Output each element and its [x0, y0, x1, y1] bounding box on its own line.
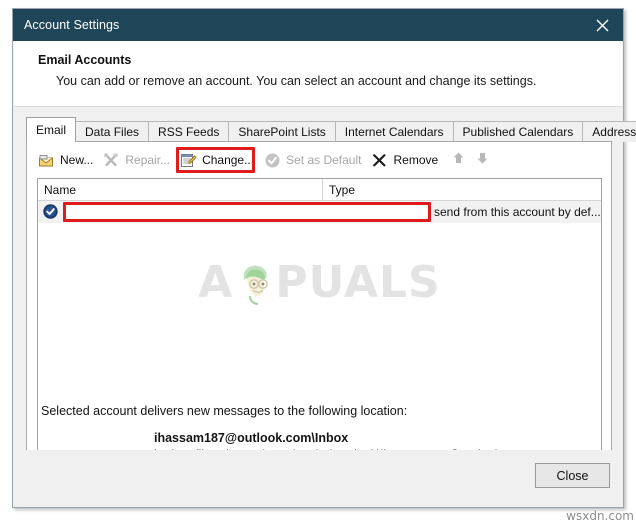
delivery-location-value: ihassam187@outlook.com\Inbox: [154, 431, 349, 445]
tab-bar: Email Data Files RSS Feeds SharePoint Li…: [26, 117, 636, 142]
tab-label: SharePoint Lists: [238, 125, 326, 139]
header-band: Email Accounts You can add or remove an …: [14, 41, 622, 107]
tab-internet-calendars[interactable]: Internet Calendars: [334, 121, 454, 142]
default-account-check-icon: [42, 203, 60, 221]
check-circle-icon: [264, 152, 281, 169]
tab-label: Address Books: [592, 125, 636, 139]
account-settings-dialog: Account Settings Email Accounts You can …: [12, 8, 636, 508]
tab-label: Internet Calendars: [344, 125, 444, 139]
title-bar: Account Settings: [13, 9, 623, 41]
page-title: Email Accounts: [38, 53, 132, 67]
repair-tools-icon: [103, 152, 120, 169]
move-up-button: [447, 149, 469, 171]
watermark-text-left: A: [198, 257, 234, 308]
tab-email[interactable]: Email: [26, 117, 77, 142]
close-icon[interactable]: [581, 9, 623, 41]
change-account-icon: [180, 152, 197, 169]
x-mark-icon: [371, 152, 388, 169]
arrow-up-icon: [452, 151, 465, 170]
new-mail-icon: [38, 152, 55, 169]
tab-data-files[interactable]: Data Files: [75, 121, 150, 142]
watermark-text-right: PUALS: [275, 257, 441, 308]
tab-published-calendars[interactable]: Published Calendars: [452, 121, 584, 142]
move-down-button: [471, 149, 493, 171]
close-button[interactable]: Close: [535, 463, 610, 488]
window-title: Account Settings: [24, 18, 120, 32]
arrow-down-icon: [476, 151, 489, 170]
tab-label: Data Files: [85, 125, 140, 139]
delivery-location-label: Selected account delivers new messages t…: [41, 404, 408, 418]
dialog-footer: Close: [14, 450, 622, 506]
remove-account-label: Remove: [393, 153, 439, 167]
tab-label: Published Calendars: [462, 125, 574, 139]
tab-rss-feeds[interactable]: RSS Feeds: [148, 121, 230, 142]
account-type-cell: send from this account by def...: [434, 205, 601, 219]
tab-label: RSS Feeds: [158, 125, 220, 139]
change-account-label: Change...: [202, 153, 255, 167]
change-account-button[interactable]: Change...: [177, 149, 261, 171]
list-header: Name Type: [38, 179, 601, 201]
repair-account-label: Repair...: [125, 153, 171, 167]
new-account-label: New...: [60, 153, 94, 167]
column-header-type[interactable]: Type: [323, 179, 601, 200]
tab-address-books[interactable]: Address Books: [582, 121, 636, 142]
account-toolbar: New... Repair... Change... Set as Defaul…: [35, 148, 493, 172]
set-as-default-label: Set as Default: [286, 153, 362, 167]
screenshot-root: Account Settings Email Accounts You can …: [0, 0, 636, 524]
page-subtitle: You can add or remove an account. You ca…: [56, 74, 537, 88]
column-header-name[interactable]: Name: [38, 179, 323, 200]
table-row[interactable]: send from this account by def...: [38, 201, 601, 223]
remove-account-button[interactable]: Remove: [368, 149, 445, 171]
new-account-button[interactable]: New...: [35, 149, 100, 171]
set-as-default-button: Set as Default: [261, 149, 368, 171]
site-watermark: wsxdn.com: [566, 509, 634, 523]
appuals-watermark: A PUALS: [38, 257, 601, 308]
tab-label: Email: [36, 123, 67, 137]
email-tab-panel: New... Repair... Change... Set as Defaul…: [26, 141, 612, 487]
tab-sharepoint-lists[interactable]: SharePoint Lists: [228, 121, 336, 142]
repair-account-button: Repair...: [100, 149, 177, 171]
appuals-mascot-icon: [234, 260, 274, 306]
dialog-body: Email Accounts You can add or remove an …: [13, 41, 636, 507]
